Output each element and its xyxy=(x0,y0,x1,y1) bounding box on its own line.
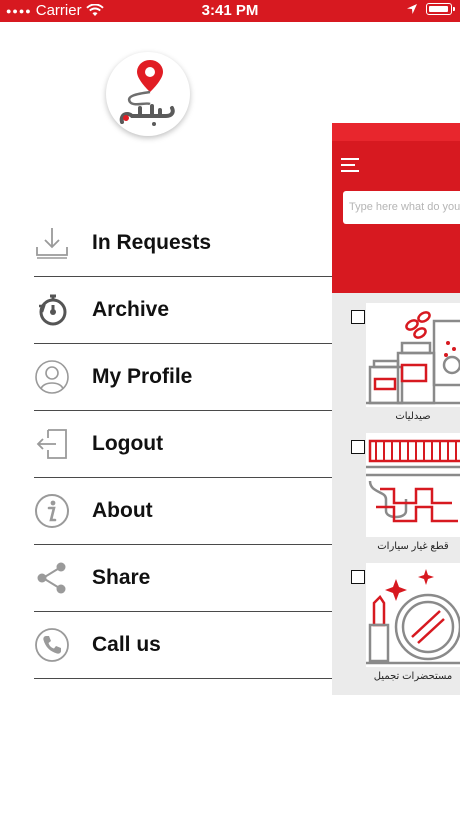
menu-item-share[interactable]: Share xyxy=(34,545,332,612)
status-bar: ●●●● Carrier 3:41 PM xyxy=(0,0,460,22)
menu-item-call-us[interactable]: Call us xyxy=(34,612,332,679)
category-checkbox[interactable] xyxy=(351,440,365,454)
menu-label-my-profile: My Profile xyxy=(92,365,193,388)
category-checkbox[interactable] xyxy=(351,570,365,584)
menu-item-logout[interactable]: Logout xyxy=(34,411,332,478)
menu-label-logout: Logout xyxy=(92,432,164,455)
download-tray-icon xyxy=(34,225,70,261)
menu-label-in-requests: In Requests xyxy=(92,231,212,254)
share-icon xyxy=(34,560,70,596)
category-label: صيدليات xyxy=(395,411,431,422)
menu-item-my-profile[interactable]: My Profile xyxy=(34,344,332,411)
clock: 3:41 PM xyxy=(201,2,259,19)
battery-icon xyxy=(426,3,455,15)
menu-item-archive[interactable]: Archive xyxy=(34,277,332,344)
car-parts-icon xyxy=(366,433,460,537)
info-icon xyxy=(34,493,70,529)
category-checkbox[interactable] xyxy=(351,310,365,324)
pharmacy-icon xyxy=(366,303,460,407)
category-item[interactable]: صيدليات xyxy=(332,299,460,429)
main-header: Type here what do you want xyxy=(332,141,460,293)
location-arrow-icon xyxy=(407,4,417,14)
cosmetics-icon xyxy=(366,563,460,667)
category-label: قطع غيار سيارات xyxy=(377,541,449,552)
phone-icon xyxy=(34,627,70,663)
menu-item-about[interactable]: About xyxy=(34,478,332,545)
menu-label-share: Share xyxy=(92,566,151,589)
archive-timer-icon xyxy=(34,292,70,328)
category-item[interactable]: مستحضرات تجميل xyxy=(332,559,460,689)
menu-item-in-requests[interactable]: In Requests xyxy=(34,210,332,277)
app-logo xyxy=(106,52,190,136)
search-input[interactable]: Type here what do you want xyxy=(343,191,460,224)
hamburger-menu-icon[interactable] xyxy=(341,158,359,172)
menu-label-archive: Archive xyxy=(92,298,170,321)
main-content-panel[interactable]: Type here what do you want xyxy=(332,123,460,695)
logo-pin-icon xyxy=(119,60,175,126)
category-label: مستحضرات تجميل xyxy=(373,671,453,682)
nav-top-strip xyxy=(332,123,460,141)
user-circle-icon xyxy=(34,359,70,395)
menu-label-call-us: Call us xyxy=(92,633,161,656)
logout-door-icon xyxy=(34,426,70,462)
menu-label-about: About xyxy=(92,499,153,522)
category-item[interactable]: قطع غيار سيارات xyxy=(332,429,460,559)
side-menu: In Requests Archive My Profile Logout Ab… xyxy=(34,210,332,679)
